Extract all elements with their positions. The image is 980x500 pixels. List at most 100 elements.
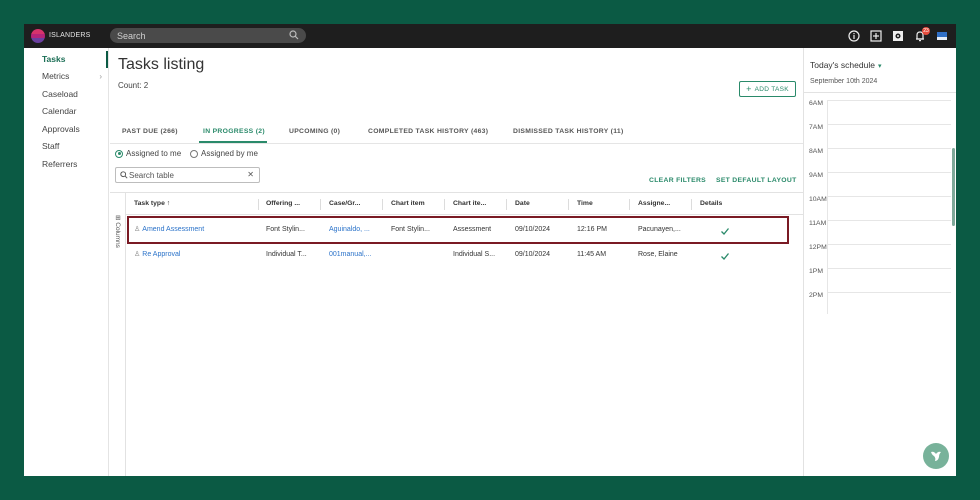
sidebar-item-label: Tasks [42,54,66,64]
info-icon[interactable] [847,30,860,43]
hour-label: 2PM [809,292,823,299]
columns-panel-toggle[interactable]: ⊞ Columns [110,193,126,476]
case-group-link[interactable]: 001manual,... [329,242,371,268]
hour-slot[interactable]: 7AM [804,124,956,148]
profile-icon[interactable] [935,30,948,43]
sidebar-item-label: Staff [42,141,60,151]
hour-label: 8AM [809,148,823,155]
hour-slot[interactable]: 9AM [804,172,956,196]
schedule-title[interactable]: Today's schedule ▾ [810,60,881,70]
radio-selected-icon [115,149,123,158]
top-bar: ISLANDERS 23 [24,24,956,48]
tab-dismissed-history[interactable]: DISMISSED TASK HISTORY (11) [513,128,624,135]
search-icon [120,171,128,179]
app-window: ISLANDERS 23 [24,24,956,476]
hour-slot[interactable]: 11AM [804,220,956,244]
clear-search-icon[interactable]: ✕ [247,170,254,179]
header-assignee[interactable]: Assigne... [638,200,670,207]
global-search-input[interactable] [117,29,287,42]
settings-icon[interactable] [891,30,904,43]
table-row[interactable]: ♙ Re Approval Individual T... 001manual,.… [126,242,804,268]
sidebar: Tasks Metrics › Caseload Calendar Approva… [24,48,109,476]
sidebar-item-label: Metrics [42,71,70,81]
sidebar-item-label: Approvals [42,124,80,134]
check-icon[interactable] [720,251,730,261]
table-search: ✕ [115,167,260,183]
date-cell: 09/10/2024 [515,251,551,258]
table-search-input[interactable] [129,169,239,181]
add-task-label: ADD TASK [754,85,789,93]
sidebar-item-label: Caseload [42,89,78,99]
sidebar-item-calendar[interactable]: Calendar [24,103,108,120]
main-content: Tasks listing Count: 2 + ADD TASK PAST D… [110,48,804,476]
sidebar-item-approvals[interactable]: Approvals [24,121,108,138]
active-tab-indicator [199,141,267,143]
header-date[interactable]: Date [515,200,530,207]
sidebar-item-referrers[interactable]: Referrers [24,156,108,173]
set-default-layout-button[interactable]: SET DEFAULT LAYOUT [716,177,797,184]
hour-slot[interactable]: 6AM [804,100,956,124]
help-bot-button[interactable] [923,443,949,469]
sidebar-item-staff[interactable]: Staff [24,138,108,155]
columns-label: ⊞ Columns [114,215,121,248]
header-chart-item-type[interactable]: Chart ite... [453,200,486,207]
islanders-logo-icon[interactable] [31,29,45,43]
hour-slot[interactable]: 12PM [804,244,956,268]
schedule-date: September 10th 2024 [810,78,878,85]
radio-unselected-icon [190,149,198,158]
sidebar-item-caseload[interactable]: Caseload [24,86,108,103]
assigned-by-me-radio[interactable]: Assigned by me [190,149,258,158]
sort-ascending-icon[interactable]: ↑ [167,200,170,207]
sidebar-item-metrics[interactable]: Metrics › [24,68,108,85]
bell-icon[interactable]: 23 [913,26,930,43]
table-header: Task type ↑ Offering ... Case/Gr... Char… [126,193,804,215]
tab-completed-history[interactable]: COMPLETED TASK HISTORY (463) [368,128,488,135]
hour-label: 7AM [809,124,823,131]
schedule-scrollbar[interactable] [952,148,955,226]
selected-row-highlight [127,216,789,244]
search-icon [289,30,299,40]
global-search[interactable] [110,28,306,43]
add-task-button[interactable]: + ADD TASK [739,81,796,97]
offering-cell: Individual T... [266,251,307,258]
hour-label: 12PM [809,244,827,251]
sidebar-item-label: Calendar [42,106,77,116]
tab-past-due[interactable]: PAST DUE (266) [122,128,178,135]
brand-name: ISLANDERS [49,32,91,39]
assignee-cell: Rose, Elaine [638,251,678,258]
hour-slot[interactable]: 1PM [804,268,956,292]
hour-slot[interactable]: 2PM [804,292,956,316]
tasks-table: ⊞ Columns Task type ↑ Offering ... Case/… [110,192,804,476]
header-task-type[interactable]: Task type ↑ [134,200,170,207]
hour-label: 9AM [809,172,823,179]
divider [804,92,956,93]
tab-in-progress[interactable]: IN PROGRESS (2) [203,128,265,135]
tab-upcoming[interactable]: UPCOMING (0) [289,128,340,135]
sidebar-item-label: Referrers [42,159,78,169]
clear-filters-button[interactable]: CLEAR FILTERS [649,177,706,184]
plus-icon: + [746,83,752,94]
top-icons: 23 [847,26,948,45]
hour-slot[interactable]: 8AM [804,148,956,172]
hour-label: 1PM [809,268,823,275]
header-offering[interactable]: Offering ... [266,200,300,207]
header-details[interactable]: Details [700,200,722,207]
chevron-down-icon: ▾ [877,63,882,70]
schedule-panel: Today's schedule ▾ September 10th 2024 6A… [803,48,956,476]
bird-icon [931,451,941,461]
hour-label: 11AM [809,220,827,227]
header-time[interactable]: Time [577,200,593,207]
plus-square-icon[interactable] [869,30,882,43]
time-cell: 11:45 AM [577,251,607,258]
assigned-to-me-radio[interactable]: Assigned to me [115,149,181,158]
task-type-link[interactable]: ♙ Re Approval [134,242,180,268]
page-title: Tasks listing [118,56,205,73]
sidebar-item-tasks[interactable]: Tasks [24,51,108,68]
hour-label: 6AM [809,100,823,107]
person-icon: ♙ [134,251,141,258]
assigned-to-me-label: Assigned to me [126,149,182,158]
header-case-group[interactable]: Case/Gr... [329,200,360,207]
chart-item-type-cell: Individual S... [453,251,496,258]
header-chart-item[interactable]: Chart item [391,200,425,207]
hour-slot[interactable]: 10AM [804,196,956,220]
